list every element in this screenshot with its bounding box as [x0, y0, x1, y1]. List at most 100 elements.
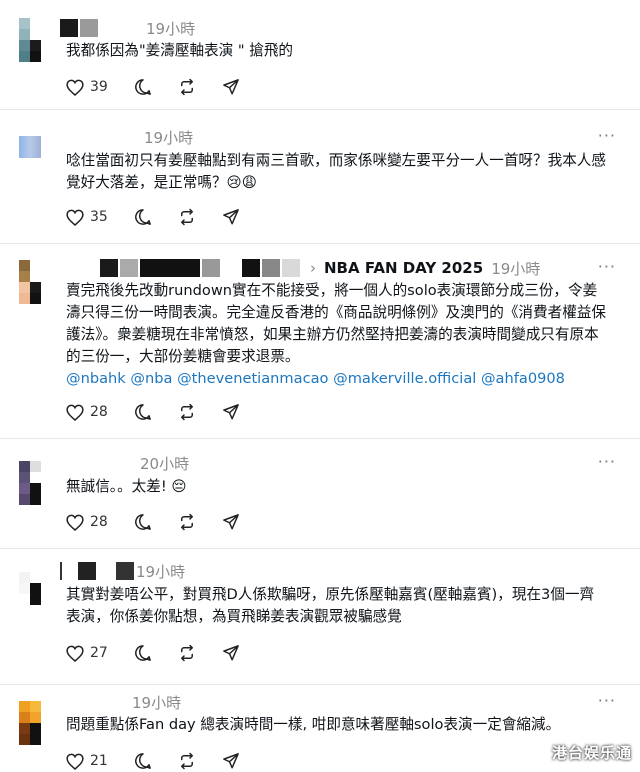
- more-icon[interactable]: ···: [598, 691, 616, 710]
- post-2: 19小時 ··· 唸住當面初只有姜壓軸點到有兩三首歌，而家係咪變左要平分一人一首…: [0, 110, 640, 244]
- share-button[interactable]: [222, 208, 240, 226]
- repost-icon: [178, 644, 196, 662]
- repost-icon: [178, 513, 196, 531]
- like-button[interactable]: 28: [66, 514, 108, 531]
- heart-icon: [66, 645, 84, 662]
- like-button[interactable]: 35: [66, 209, 108, 226]
- chevron-right-icon: ›: [310, 259, 316, 277]
- post-header: 19小時: [60, 126, 193, 148]
- like-button[interactable]: 27: [66, 645, 108, 662]
- heart-icon: [66, 753, 84, 770]
- more-icon[interactable]: ···: [598, 257, 616, 276]
- repost-button[interactable]: [178, 644, 196, 662]
- comment-button[interactable]: [134, 513, 152, 531]
- repost-button[interactable]: [178, 513, 196, 531]
- post-time[interactable]: 19小時: [146, 18, 195, 39]
- avatar[interactable]: [19, 260, 41, 304]
- like-count: 28: [90, 404, 108, 420]
- comment-button[interactable]: [134, 644, 152, 662]
- post-text: 無誠信。。太差! 😔: [66, 478, 187, 495]
- comment-button[interactable]: [134, 78, 152, 96]
- like-button[interactable]: 21: [66, 753, 108, 770]
- watermark: 港台娱乐通: [551, 744, 632, 762]
- heart-icon: [66, 514, 84, 531]
- post-6: 19小時 ··· 問題重點係Fan day 總表演時間一樣, 咁即意味著壓軸so…: [0, 685, 640, 770]
- comment-icon: [134, 78, 152, 96]
- like-count: 35: [90, 209, 108, 225]
- like-count: 39: [90, 79, 108, 95]
- post-text: 問題重點係Fan day 總表演時間一樣, 咁即意味著壓軸solo表演一定會縮減…: [66, 716, 561, 733]
- action-bar: 28: [66, 401, 266, 423]
- action-bar: 28: [66, 511, 266, 533]
- post-header: 19小時: [60, 17, 195, 39]
- redacted-username[interactable]: [78, 562, 96, 580]
- post-time[interactable]: 19小時: [136, 561, 185, 582]
- share-button[interactable]: [222, 644, 240, 662]
- share-button[interactable]: [222, 752, 240, 770]
- post-time[interactable]: 19小時: [144, 127, 193, 148]
- reply-to[interactable]: › NBA FAN DAY 2025: [310, 259, 483, 277]
- repost-button[interactable]: [178, 403, 196, 421]
- comment-icon: [134, 208, 152, 226]
- post-header: 20小時: [60, 452, 189, 474]
- share-icon: [222, 78, 240, 96]
- post-5: 19小時 其實對姜唔公平，對買飛D人係欺騙呀，原先係壓軸嘉賓(壓軸嘉賓)，現在3…: [0, 549, 640, 684]
- share-icon: [222, 644, 240, 662]
- repost-icon: [178, 403, 196, 421]
- heart-icon: [66, 79, 84, 96]
- action-bar: 35: [66, 206, 266, 228]
- post-text: 唸住當面初只有姜壓軸點到有兩三首歌，而家係咪變左要平分一人一首呀？我本人感覺好大…: [66, 152, 606, 191]
- post-text: 其實對姜唔公平，對買飛D人係欺騙呀，原先係壓軸嘉賓(壓軸嘉賓)，現在3個一齊表演…: [66, 586, 595, 625]
- comment-button[interactable]: [134, 752, 152, 770]
- post-time[interactable]: 19小時: [491, 258, 540, 279]
- like-button[interactable]: 28: [66, 404, 108, 421]
- avatar[interactable]: [19, 701, 41, 745]
- post-text: 賣完飛後先改動rundown實在不能接受，將一個人的solo表演環節分成三份，令…: [66, 282, 606, 365]
- share-button[interactable]: [222, 403, 240, 421]
- repost-button[interactable]: [178, 78, 196, 96]
- post-time[interactable]: 19小時: [132, 692, 181, 713]
- share-button[interactable]: [222, 78, 240, 96]
- share-icon: [222, 208, 240, 226]
- heart-icon: [66, 209, 84, 226]
- comment-button[interactable]: [134, 208, 152, 226]
- comment-button[interactable]: [134, 403, 152, 421]
- repost-icon: [178, 752, 196, 770]
- avatar[interactable]: [19, 461, 41, 505]
- mentions[interactable]: @nbahk @nba @thevenetianmacao @makervill…: [66, 368, 565, 390]
- more-icon[interactable]: ···: [598, 452, 616, 471]
- post-3: › NBA FAN DAY 2025 19小時 ··· 賣完飛後先改動rundo…: [0, 244, 640, 438]
- like-count: 21: [90, 753, 108, 769]
- action-bar: 27: [66, 642, 266, 664]
- avatar[interactable]: [19, 18, 41, 62]
- repost-icon: [178, 208, 196, 226]
- like-button[interactable]: 39: [66, 79, 108, 96]
- share-icon: [222, 403, 240, 421]
- heart-icon: [66, 404, 84, 421]
- post-1: 19小時 我都係因為"姜濤壓軸表演 " 搶飛的 39: [0, 0, 640, 110]
- post-header: 19小時: [60, 691, 181, 713]
- more-icon[interactable]: ···: [598, 126, 616, 145]
- post-text: 我都係因為"姜濤壓軸表演 " 搶飛的: [66, 42, 294, 59]
- post-header: 19小時: [60, 560, 185, 582]
- avatar[interactable]: [19, 561, 41, 605]
- repost-icon: [178, 78, 196, 96]
- comment-icon: [134, 644, 152, 662]
- post-4: 20小時 ··· 無誠信。。太差! 😔 28: [0, 439, 640, 548]
- repost-button[interactable]: [178, 752, 196, 770]
- post-time[interactable]: 20小時: [140, 453, 189, 474]
- comment-icon: [134, 513, 152, 531]
- post-header: › NBA FAN DAY 2025 19小時: [60, 257, 540, 279]
- avatar[interactable]: [19, 136, 41, 158]
- repost-button[interactable]: [178, 208, 196, 226]
- comment-icon: [134, 403, 152, 421]
- like-count: 27: [90, 645, 108, 661]
- redacted-username[interactable]: [60, 19, 78, 37]
- redacted-username[interactable]: [100, 259, 118, 277]
- share-icon: [222, 752, 240, 770]
- like-count: 28: [90, 514, 108, 530]
- share-icon: [222, 513, 240, 531]
- action-bar: 39: [66, 76, 266, 98]
- comment-icon: [134, 752, 152, 770]
- share-button[interactable]: [222, 513, 240, 531]
